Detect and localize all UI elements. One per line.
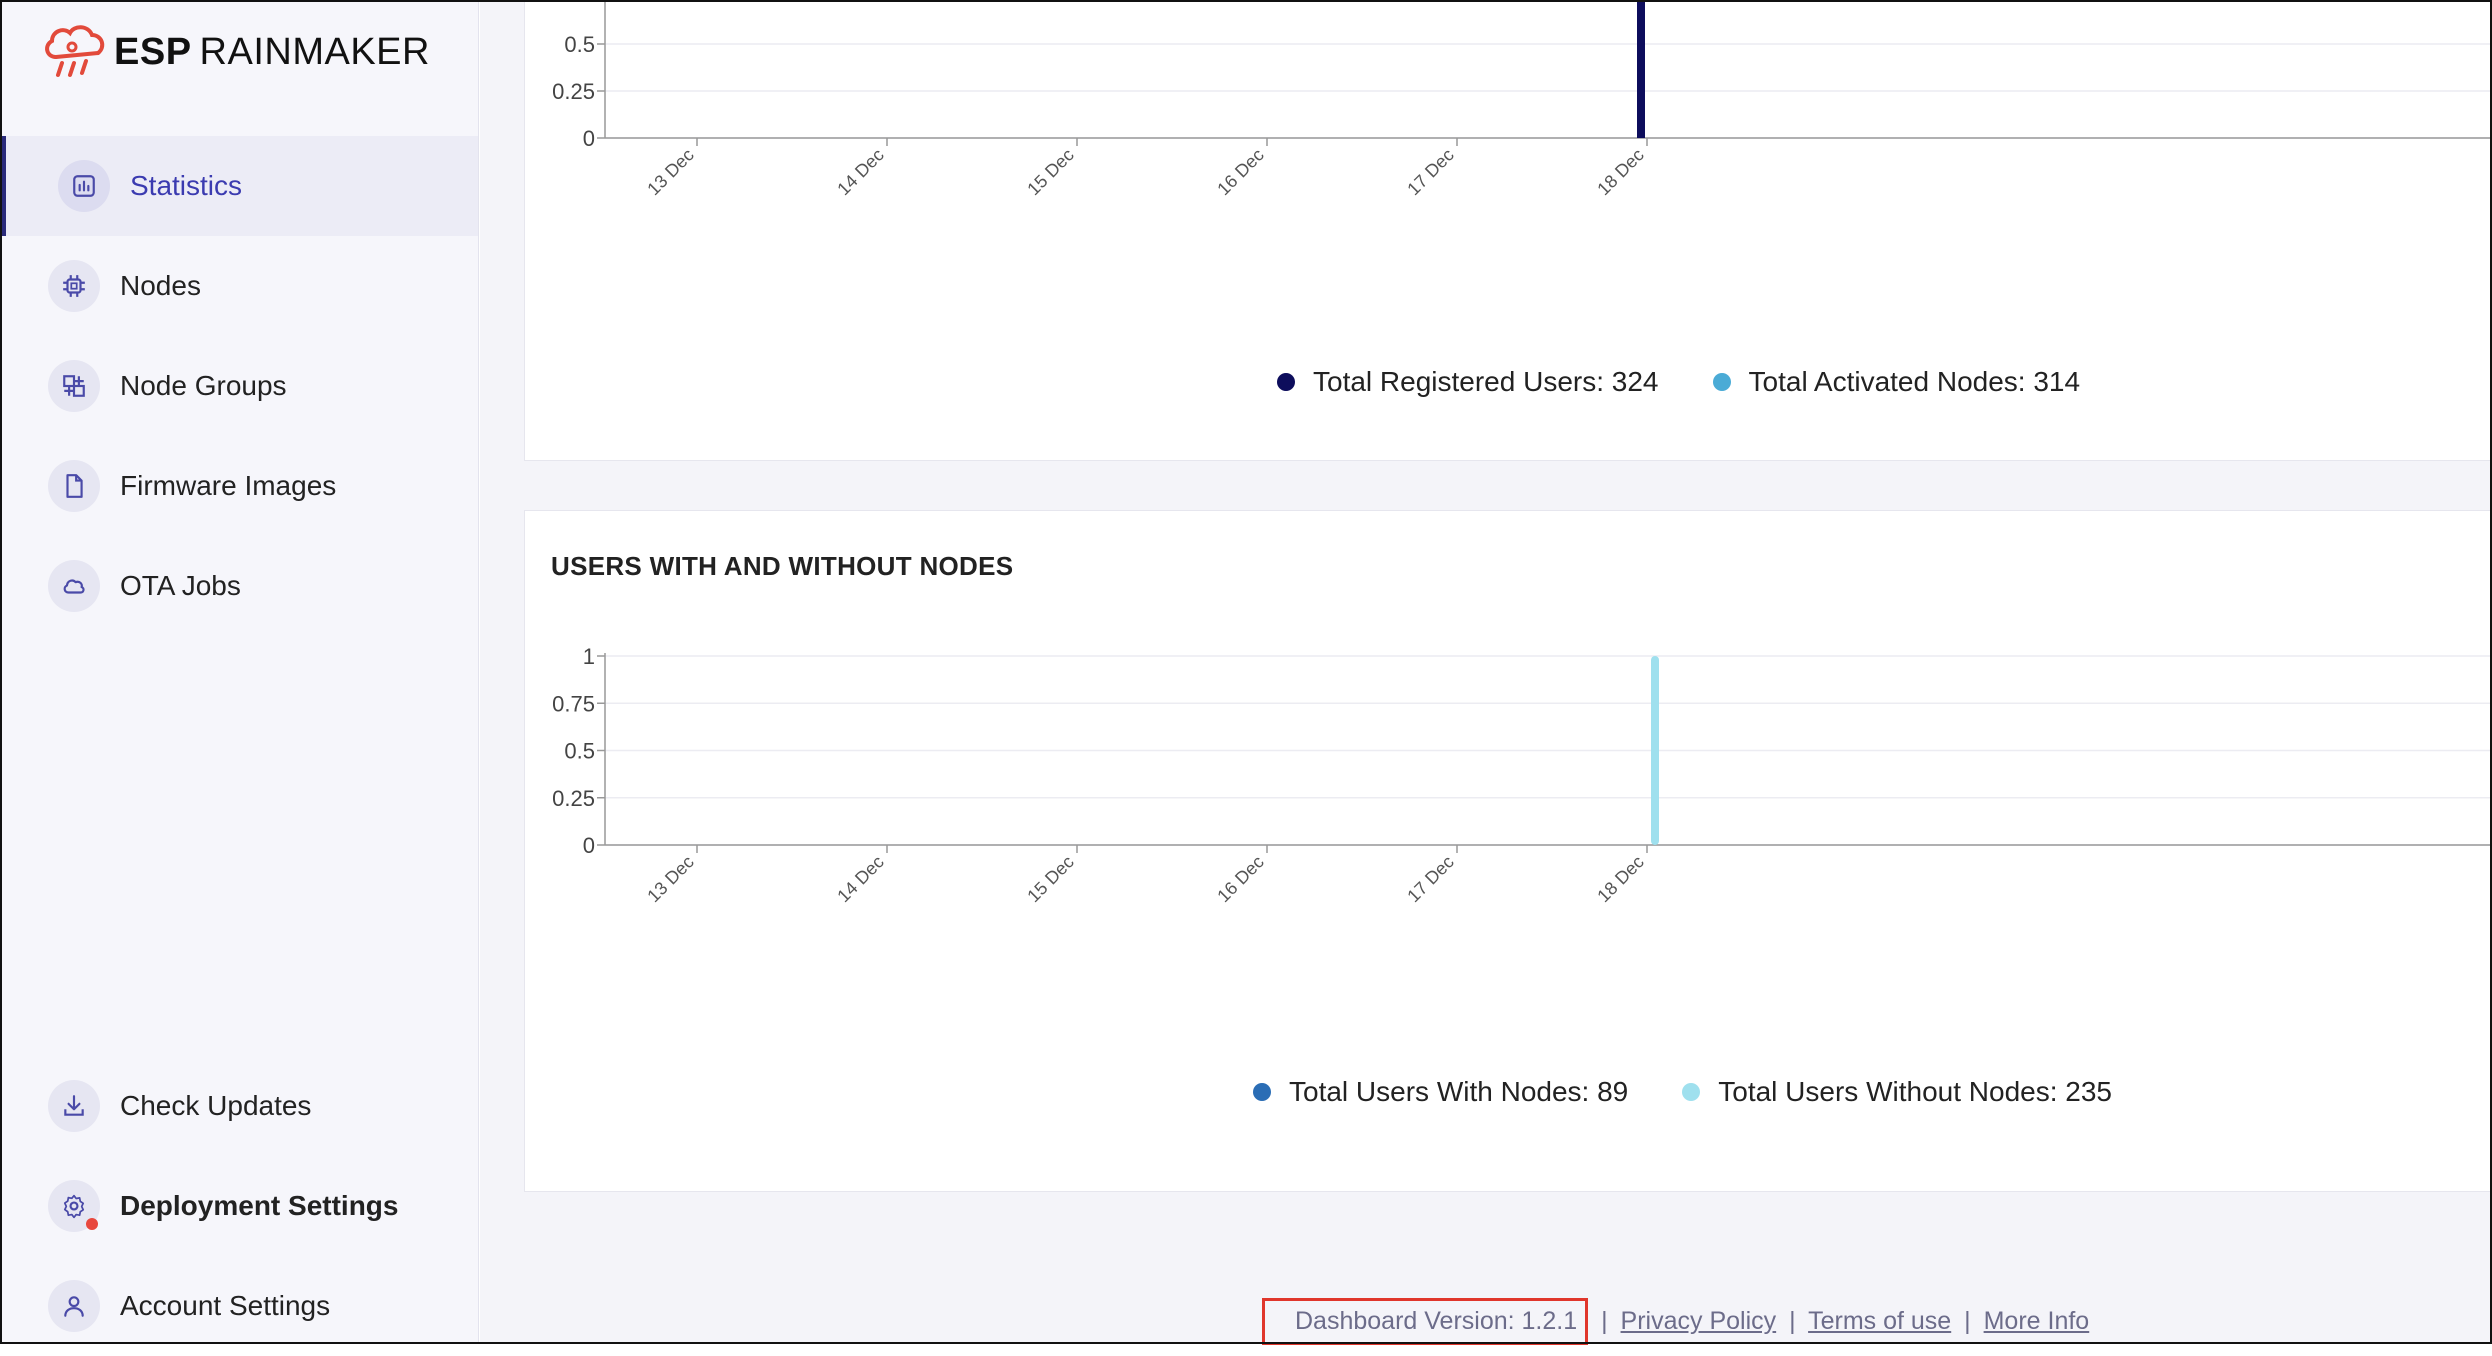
legend-dot — [1712, 373, 1731, 391]
card-title: USERS WITH AND WITHOUT NODES — [551, 551, 1014, 581]
x-tick-label: 15 Dec — [1023, 852, 1077, 906]
y-tick-label: 0.5 — [564, 32, 595, 57]
sidebar-item-label: Account Settings — [120, 1290, 331, 1321]
bar — [1651, 656, 1659, 845]
y-tick-label: 0.75 — [552, 691, 595, 716]
x-tick-label: 14 Dec — [833, 852, 887, 906]
chip-icon — [48, 260, 100, 312]
legend-entry[interactable]: Total Users Without Nodes: 235 — [1682, 1076, 2112, 1108]
legend-entry[interactable]: Total Registered Users: 324 — [1277, 366, 1659, 398]
sidebar-item-label: Deployment Settings — [120, 1190, 399, 1221]
sidebar-item-node-groups[interactable]: Node Groups — [2, 336, 478, 436]
x-tick-label: 15 Dec — [1023, 145, 1077, 199]
x-tick-label: 13 Dec — [643, 852, 697, 906]
y-tick-label: 0 — [583, 833, 595, 858]
legend-entry[interactable]: Total Activated Nodes: 314 — [1712, 366, 2081, 398]
sidebar-item-label: Nodes — [120, 270, 201, 301]
bar — [1637, 0, 1645, 138]
chart-legend: Total Registered Users: 324 Total Activa… — [1277, 366, 2134, 398]
registered-users-chart: 0 0.25 0.5 13 Dec 14 Dec 15 Dec 16 Dec 17 Dec 18… — [552, 0, 2491, 199]
download-icon — [48, 1080, 100, 1132]
sidebar-item-label: OTA Jobs — [120, 570, 241, 601]
x-tick-label: 17 Dec — [1403, 145, 1457, 199]
footer: Dashboard Version: 1.2.1 | Privacy Polic… — [480, 1294, 2490, 1345]
x-tick-label: 13 Dec — [643, 145, 697, 199]
sidebar-item-label: Firmware Images — [120, 470, 337, 501]
x-tick-label: 18 Dec — [1593, 145, 1647, 199]
legend-label: Total Users Without Nodes: 235 — [1718, 1076, 2112, 1107]
legend-dot — [1277, 373, 1295, 391]
sidebar: ESP RAINMAKER Statistics Nodes Node Grou… — [2, 2, 479, 1342]
app-logo[interactable]: ESP RAINMAKER — [42, 22, 430, 82]
file-icon — [48, 460, 100, 512]
dashboard-version: Dashboard Version: 1.2.1 — [1262, 1298, 1589, 1345]
footer-separator: | — [1964, 1307, 1971, 1335]
sidebar-item-label: Statistics — [130, 170, 243, 201]
x-tick-label: 14 Dec — [833, 145, 887, 199]
x-tick-label: 16 Dec — [1213, 145, 1267, 199]
privacy-policy-link[interactable]: Privacy Policy — [1621, 1307, 1777, 1335]
sidebar-item-firmware-images[interactable]: Firmware Images — [2, 436, 478, 536]
legend-dot — [1682, 1083, 1701, 1101]
brand-rainmaker: RAINMAKER — [199, 30, 430, 73]
sidebar-item-check-updates[interactable]: Check Updates — [2, 1056, 478, 1156]
y-tick-label: 0.25 — [552, 786, 595, 811]
legend-entry[interactable]: Total Users With Nodes: 89 — [1253, 1076, 1628, 1108]
terms-of-use-link[interactable]: Terms of use — [1808, 1307, 1951, 1335]
gear-icon — [48, 1180, 100, 1232]
legend-label: Total Registered Users: 324 — [1313, 366, 1659, 397]
user-icon — [48, 1280, 100, 1332]
brand-esp: ESP — [114, 30, 192, 73]
bar-chart-icon — [58, 160, 110, 212]
legend-label: Total Users With Nodes: 89 — [1289, 1076, 1629, 1107]
sidebar-item-ota-jobs[interactable]: OTA Jobs — [2, 536, 478, 636]
footer-separator: | — [1789, 1307, 1796, 1335]
sidebar-item-label: Check Updates — [120, 1090, 312, 1121]
sidebar-item-label: Node Groups — [120, 370, 287, 401]
notification-dot — [86, 1218, 98, 1230]
main-content: 0 0.25 0.5 13 Dec 14 Dec 15 Dec 16 Dec 17 Dec 18… — [480, 0, 2492, 1345]
users-with-without-nodes-card: USERS WITH AND WITHOUT NODES 0 0.25 0.5 0.7… — [524, 510, 2492, 1192]
legend-label: Total Activated Nodes: 314 — [1748, 366, 2081, 397]
footer-separator: | — [1601, 1307, 1608, 1335]
registered-users-card: 0 0.25 0.5 13 Dec 14 Dec 15 Dec 16 Dec 17 Dec 18… — [524, 0, 2492, 461]
x-tick-label: 16 Dec — [1213, 852, 1267, 906]
y-tick-label: 1 — [583, 644, 595, 669]
x-tick-label: 17 Dec — [1403, 852, 1457, 906]
sidebar-item-nodes[interactable]: Nodes — [2, 236, 478, 336]
legend-dot — [1253, 1083, 1271, 1101]
y-tick-label: 0.5 — [564, 739, 595, 764]
sidebar-item-statistics[interactable]: Statistics — [2, 136, 478, 236]
users-nodes-chart: 0 0.25 0.5 0.75 1 13 Dec 14 Dec 15 Dec 16 Dec 17 … — [552, 644, 2491, 906]
x-tick-label: 18 Dec — [1593, 852, 1647, 906]
rainmaker-cloud-icon — [45, 25, 105, 77]
chart-legend: Total Users With Nodes: 89 Total Users W… — [1253, 1076, 2166, 1108]
sidebar-item-account-settings[interactable]: Account Settings — [2, 1256, 478, 1356]
cloud-icon — [48, 560, 100, 612]
more-info-link[interactable]: More Info — [1984, 1307, 2090, 1335]
node-groups-icon — [48, 360, 100, 412]
y-tick-label: 0.25 — [552, 79, 595, 104]
sidebar-item-deployment-settings[interactable]: Deployment Settings — [2, 1156, 478, 1256]
y-tick-label: 0 — [583, 126, 595, 151]
